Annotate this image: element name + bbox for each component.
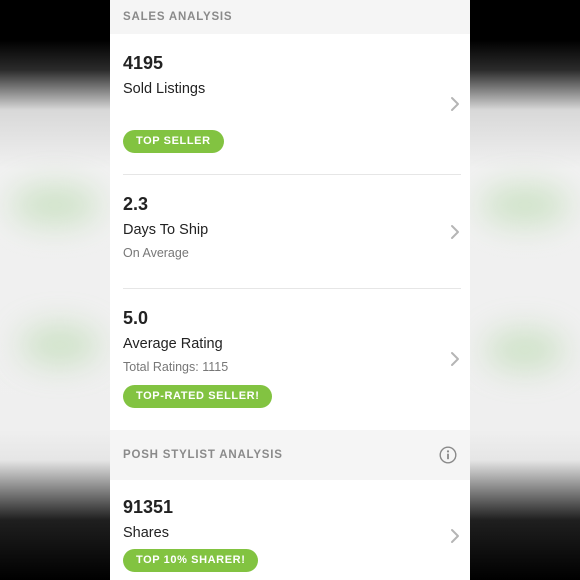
top-rated-seller-badge: TOP-RATED SELLER! [123,385,273,408]
phone-screen: SALES ANALYSIS 4195 Sold Listings TOP SE… [110,0,470,580]
info-icon[interactable] [439,446,457,464]
top-seller-badge: TOP SELLER [123,130,224,153]
sales-analysis-header: SALES ANALYSIS [110,0,470,34]
days-to-ship-label: Days To Ship [123,222,209,238]
sold-listings-value: 4195 [123,53,164,73]
top-sharer-badge: TOP 10% SHARER! [123,549,259,572]
background-glow [20,325,100,365]
average-rating-row[interactable]: 5.0 Average Rating Total Ratings: 1115 T… [110,289,470,430]
shares-label: Shares [123,525,169,541]
average-rating-value: 5.0 [123,308,149,328]
background-glow [485,330,565,370]
posh-stylist-analysis-header: POSH STYLIST ANALYSIS [110,430,470,480]
chevron-right-icon [451,352,459,366]
background-glow [480,185,570,225]
sold-listings-label: Sold Listings [123,81,206,97]
chevron-right-icon [451,225,459,239]
average-rating-label: Average Rating [123,336,223,352]
sold-listings-row[interactable]: 4195 Sold Listings TOP SELLER [110,34,470,175]
days-to-ship-row[interactable]: 2.3 Days To Ship On Average [110,175,470,289]
shares-row[interactable]: 91351 Shares TOP 10% SHARER! [110,480,470,580]
total-ratings-text: Total Ratings: 1115 [123,360,229,374]
background-glow [10,185,100,225]
days-to-ship-value: 2.3 [123,194,149,214]
posh-stylist-analysis-title: POSH STYLIST ANALYSIS [123,449,283,461]
chevron-right-icon [451,529,459,543]
shares-value: 91351 [123,497,174,517]
sales-analysis-title: SALES ANALYSIS [123,11,233,23]
chevron-right-icon [451,97,459,111]
days-to-ship-sub: On Average [123,246,189,260]
